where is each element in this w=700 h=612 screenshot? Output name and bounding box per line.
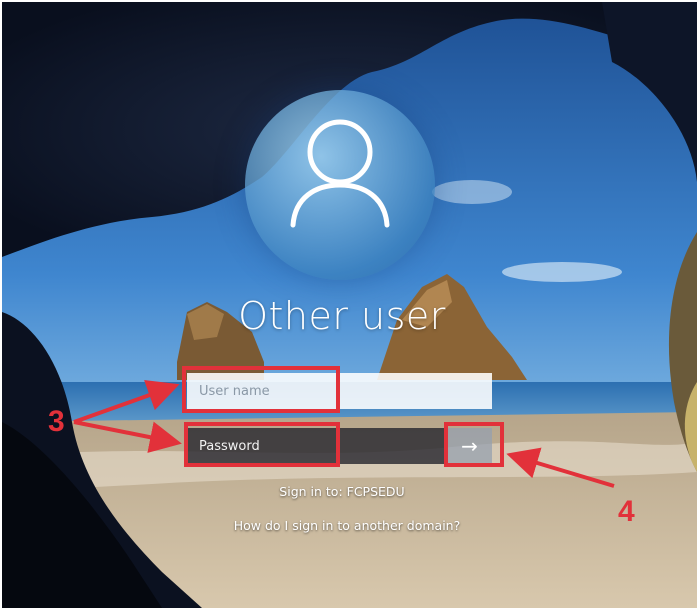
user-silhouette-icon [290, 119, 390, 228]
submit-button[interactable]: → [447, 428, 492, 464]
username-input[interactable] [187, 373, 492, 409]
other-domain-link[interactable]: How do I sign in to another domain? [192, 518, 502, 533]
step-marker-3: 3 [48, 405, 65, 438]
sign-in-domain-text: Sign in to: FCPSEDU [279, 484, 405, 499]
password-input[interactable] [187, 428, 445, 464]
lock-screen: Other user → Sign in to: FCPSEDU How do … [2, 2, 697, 608]
user-avatar [245, 90, 435, 280]
step-marker-4: 4 [618, 495, 635, 528]
arrow-right-icon: → [461, 434, 478, 458]
account-title: Other user [238, 294, 446, 338]
